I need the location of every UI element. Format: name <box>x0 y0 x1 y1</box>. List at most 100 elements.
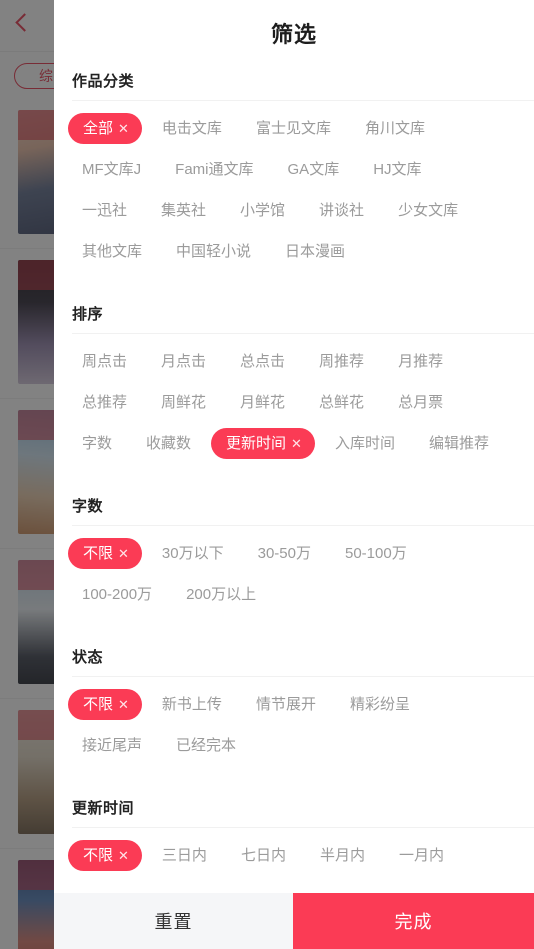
filter-tag-label: 总鲜花 <box>319 394 365 411</box>
close-icon[interactable]: ✕ <box>118 848 129 863</box>
filter-tag[interactable]: 总推荐 <box>68 387 141 418</box>
filter-tag-label: 总点击 <box>240 353 286 370</box>
filter-tag-selected[interactable]: 更新时间 ✕ <box>211 428 315 459</box>
filter-tag[interactable]: GA文库 <box>274 154 354 185</box>
filter-tag[interactable]: 100-200万 <box>68 579 166 610</box>
close-icon[interactable]: ✕ <box>118 697 129 712</box>
filter-tag-label: Fami通文库 <box>175 161 254 178</box>
filter-section: 状态 不限 ✕ 新书上传 情节展开 精彩纷呈 接近尾声 已经完本 <box>54 642 534 779</box>
filter-tag[interactable]: 已经完本 <box>162 730 250 761</box>
filter-tag[interactable]: 总鲜花 <box>305 387 378 418</box>
filter-tag-label: 一月内 <box>398 847 444 864</box>
filter-drawer: 筛选 作品分类 全部 ✕ 电击文库 富士见文库 角川文库 MF文库J Fami通文库 GA文库 H… <box>54 0 534 949</box>
filter-section: 作品分类 全部 ✕ 电击文库 富士见文库 角川文库 MF文库J Fami通文库 GA文库 HJ文库… <box>54 66 534 285</box>
filter-tag[interactable]: 周鲜花 <box>147 387 220 418</box>
filter-tag-label: 周鲜花 <box>161 394 207 411</box>
filter-tag-label: 新书上传 <box>161 696 222 713</box>
filter-tag[interactable]: 周推荐 <box>305 346 378 377</box>
filter-tag-label: 富士见文库 <box>255 120 331 137</box>
reset-button[interactable]: 重置 <box>54 893 293 949</box>
filter-tag[interactable]: 收藏数 <box>132 428 205 459</box>
filter-section: 更新时间不限 ✕ 三日内 七日内 半月内 一月内 <box>54 793 534 889</box>
filter-tag[interactable]: HJ文库 <box>359 154 435 185</box>
filter-tag[interactable]: 200万以上 <box>172 579 270 610</box>
tag-group: 全部 ✕ 电击文库 富士见文库 角川文库 MF文库J Fami通文库 GA文库 HJ文库一迅社 集… <box>54 101 534 285</box>
filter-tag[interactable]: 50-100万 <box>331 538 421 569</box>
filter-tag[interactable]: 总月票 <box>384 387 457 418</box>
filter-tag-label: 全部 <box>83 120 114 137</box>
filter-tag[interactable]: 少女文库 <box>384 195 472 226</box>
filter-tag[interactable]: 字数 <box>68 428 126 459</box>
filter-tag-label: 情节展开 <box>255 696 316 713</box>
filter-tag-label: 其他文库 <box>82 243 143 260</box>
filter-tag-label: 小学馆 <box>240 202 286 219</box>
filter-tag[interactable]: 小学馆 <box>226 195 299 226</box>
filter-tag[interactable]: 月推荐 <box>384 346 457 377</box>
filter-tag-label: GA文库 <box>287 161 340 178</box>
filter-tag-label: 集英社 <box>161 202 207 219</box>
done-button[interactable]: 完成 <box>293 893 534 949</box>
filter-tag[interactable]: 月点击 <box>147 346 220 377</box>
filter-tag-label: 月点击 <box>161 353 207 370</box>
filter-tag[interactable]: 三日内 <box>148 840 221 871</box>
filter-tag-label: 字数 <box>82 435 113 452</box>
filter-tag[interactable]: 月鲜花 <box>226 387 299 418</box>
filter-tag-selected[interactable]: 不限 ✕ <box>68 689 142 720</box>
filter-tag[interactable]: 新书上传 <box>148 689 236 720</box>
filter-tag[interactable]: 一迅社 <box>68 195 141 226</box>
filter-tag[interactable]: 周点击 <box>68 346 141 377</box>
filter-tag-label: 讲谈社 <box>319 202 365 219</box>
close-icon[interactable]: ✕ <box>118 121 129 136</box>
filter-tag-selected[interactable]: 不限 ✕ <box>68 840 142 871</box>
filter-tag-label: 周推荐 <box>319 353 365 370</box>
filter-tag-label: 不限 <box>83 847 114 864</box>
filter-tag[interactable]: 集英社 <box>147 195 220 226</box>
filter-tag-label: 收藏数 <box>146 435 192 452</box>
filter-tag-label: 50-100万 <box>344 545 407 562</box>
tag-group: 周点击 月点击 总点击 周推荐 月推荐总推荐 周鲜花 月鲜花 总鲜花 总月票字数 收藏数 更新时间 ✕… <box>54 334 534 477</box>
filter-tag[interactable]: 一月内 <box>385 840 458 871</box>
screen: 综 筛选 作品分类全部 ✕ 电击文库 富士见文库 角川文库 MF文库J Fami通文库 GA文… <box>0 0 534 949</box>
filter-tag-label: 周点击 <box>82 353 128 370</box>
filter-tag[interactable]: 电击文库 <box>148 113 236 144</box>
scrim-overlay[interactable] <box>0 0 54 949</box>
filter-tag[interactable]: 接近尾声 <box>68 730 156 761</box>
filter-tag[interactable]: 30万以下 <box>148 538 238 569</box>
filter-tag[interactable]: MF文库J <box>68 154 155 185</box>
filter-tag[interactable]: 总点击 <box>226 346 299 377</box>
filter-tag[interactable]: 讲谈社 <box>305 195 378 226</box>
filter-tag[interactable]: 日本漫画 <box>271 236 359 267</box>
filter-tag-label: 总推荐 <box>82 394 128 411</box>
filter-tag[interactable]: 中国轻小说 <box>162 236 265 267</box>
filter-tag[interactable]: 半月内 <box>306 840 379 871</box>
filter-sections: 作品分类 全部 ✕ 电击文库 富士见文库 角川文库 MF文库J Fami通文库 GA文库 HJ文库… <box>54 66 534 949</box>
filter-tag[interactable]: 其他文库 <box>68 236 156 267</box>
filter-tag[interactable]: 角川文库 <box>351 113 439 144</box>
close-icon[interactable]: ✕ <box>118 546 129 561</box>
filter-tag-label: 角川文库 <box>364 120 425 137</box>
drawer-footer: 重置 完成 <box>54 893 534 949</box>
filter-tag[interactable]: Fami通文库 <box>161 154 267 185</box>
filter-tag-label: 少女文库 <box>398 202 459 219</box>
close-icon[interactable]: ✕ <box>291 436 302 451</box>
section-title: 更新时间 <box>72 800 135 817</box>
filter-tag[interactable]: 情节展开 <box>242 689 330 720</box>
filter-tag-label: 七日内 <box>240 847 286 864</box>
filter-tag-selected[interactable]: 全部 ✕ <box>68 113 142 144</box>
filter-tag[interactable]: 精彩纷呈 <box>336 689 424 720</box>
filter-tag-label: 200万以上 <box>186 586 257 603</box>
filter-tag[interactable]: 编辑推荐 <box>415 428 503 459</box>
filter-tag-selected[interactable]: 不限 ✕ <box>68 538 142 569</box>
filter-tag-label: 编辑推荐 <box>428 435 489 452</box>
filter-tag[interactable]: 30-50万 <box>244 538 325 569</box>
filter-tag-label: 30万以下 <box>161 545 224 562</box>
filter-tag-label: 入库时间 <box>334 435 395 452</box>
drawer-header: 筛选 <box>54 0 534 66</box>
filter-tag-label: 电击文库 <box>161 120 222 137</box>
tag-group: 不限 ✕ 三日内 七日内 半月内 一月内 <box>54 828 534 889</box>
filter-section: 字数不限 ✕ 30万以下 30-50万 50-100万 100-200万 200万以上 <box>54 491 534 628</box>
filter-tag[interactable]: 入库时间 <box>321 428 409 459</box>
filter-tag[interactable]: 七日内 <box>227 840 300 871</box>
filter-tag[interactable]: 富士见文库 <box>242 113 345 144</box>
section-title: 字数 <box>72 498 104 515</box>
